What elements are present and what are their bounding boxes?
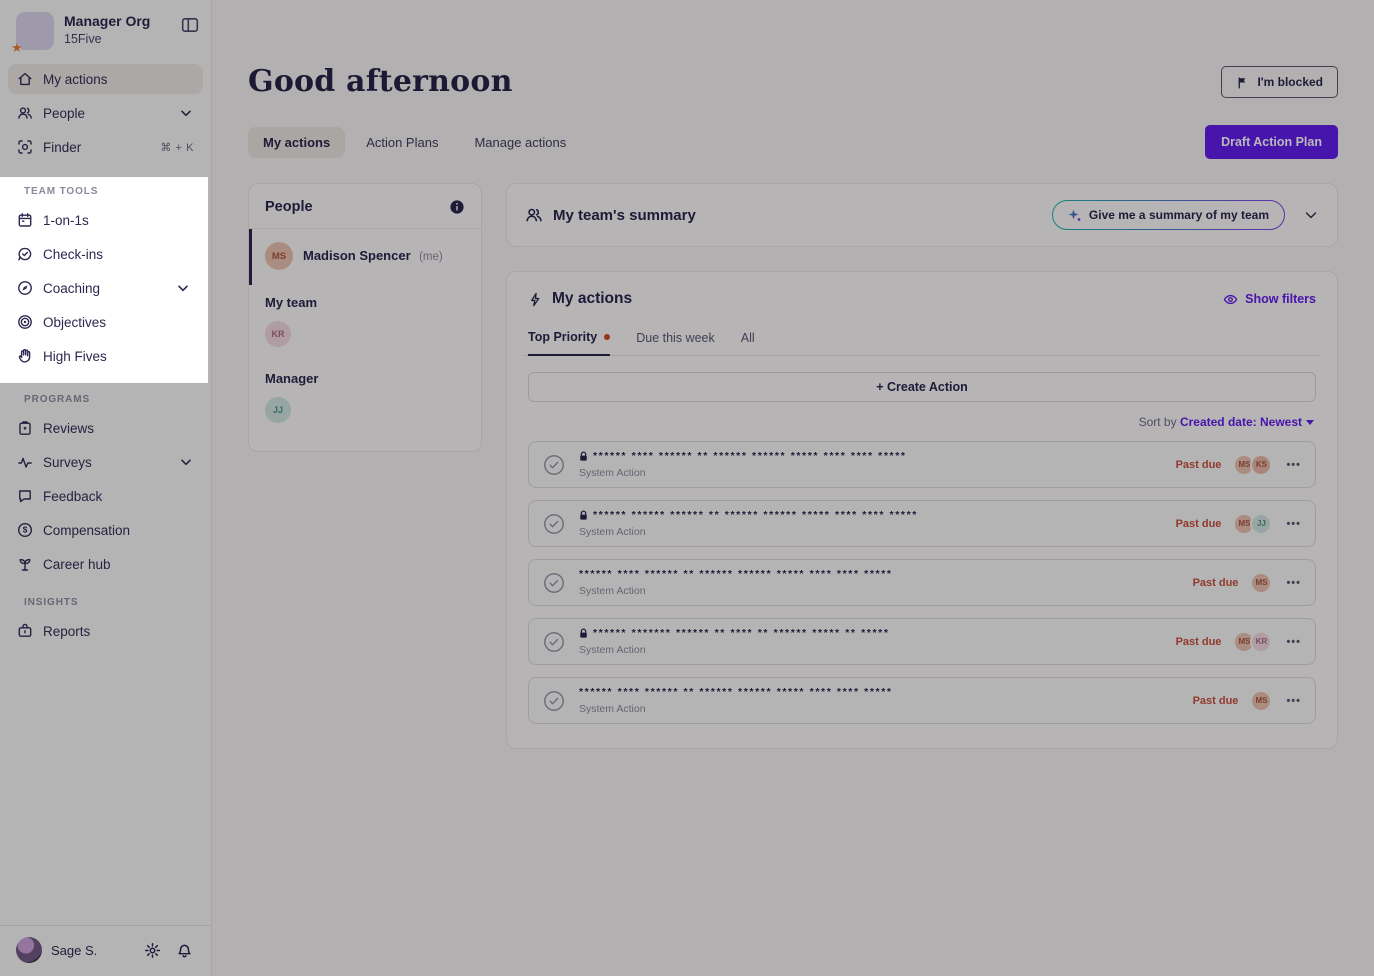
compass-icon [17, 280, 33, 296]
sidebar-item-coaching[interactable]: Coaching [8, 273, 200, 303]
target-icon [17, 314, 33, 330]
sidebar-item-label: Check-ins [43, 247, 103, 262]
chevron-down-icon [175, 280, 191, 296]
sidebar-item-label: Objectives [43, 315, 106, 330]
team-tools-spotlight: TEAM TOOLS 1-on-1s Check-ins Coaching Ob… [0, 177, 208, 383]
dim-overlay [0, 0, 1374, 976]
app-root: ★ Manager Org 15Five My actions People [0, 0, 1374, 976]
sidebar-item-label: 1-on-1s [43, 213, 89, 228]
sidebar-item-label: Coaching [43, 281, 100, 296]
checkin-bubble-icon [17, 246, 33, 262]
section-label-team-tools: TEAM TOOLS [24, 186, 208, 197]
sidebar-item-objectives[interactable]: Objectives [8, 307, 200, 337]
sidebar-item-high-fives[interactable]: High Fives [8, 341, 200, 371]
high-five-hand-icon [17, 348, 33, 364]
sidebar-item-1-on-1s[interactable]: 1-on-1s [8, 205, 200, 235]
calendar-icon [17, 212, 33, 228]
sidebar-item-check-ins[interactable]: Check-ins [8, 239, 200, 269]
sidebar-item-label: High Fives [43, 349, 107, 364]
